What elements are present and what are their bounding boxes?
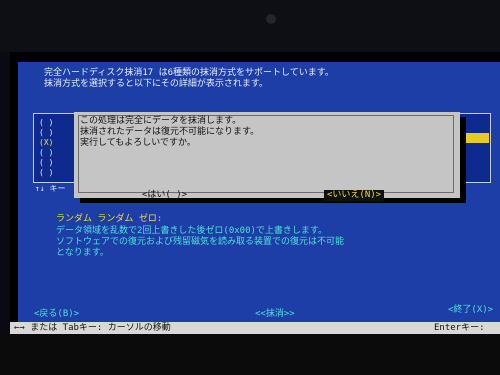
erase-method-list[interactable]: ( ) ( ) (X) ( ) ( ) ( ): [33, 113, 80, 183]
dialog-line-1: この処理は完全にデータを抹消します。: [80, 116, 242, 126]
method-option-5[interactable]: ( ): [39, 158, 53, 168]
method-option-3-selected[interactable]: (X): [39, 138, 53, 148]
method-option-6[interactable]: ( ): [39, 168, 53, 178]
webcam-dot: [266, 14, 276, 24]
method-desc-line-1: データ領域を乱数で2回上書きした後ゼロ(0x00)で上書きします。: [56, 226, 328, 236]
method-title: ランダム ランダム ゼロ:: [56, 214, 163, 224]
no-button-label: <いいえ(N)>: [327, 190, 382, 200]
dialog-line-3: 実行してもよろしいですか。: [80, 138, 196, 148]
method-desc-line-2: ソフトウェアでの復元および残留磁気を読み取る装置での復元は不可能: [56, 237, 345, 247]
header-line-2: 抹消方式を選択すると以下にその詳細が表示されます。: [44, 79, 268, 89]
header-line-1: 完全ハードディスク抹消17 は6種類の抹消方式をサポートしています。: [44, 68, 334, 78]
yes-button[interactable]: <はい( )>: [139, 190, 190, 201]
monitor-bezel: [0, 0, 500, 52]
list-scroll-hint: ↑↓ キー: [35, 184, 66, 193]
erase-button[interactable]: <<抹消>>: [255, 309, 295, 320]
dialog-line-2: 抹消されたデータは復元不可能になります。: [80, 127, 260, 137]
method-option-1[interactable]: ( ): [39, 118, 53, 128]
back-button[interactable]: <戻る(B)>: [34, 309, 79, 320]
status-hint-enter: Enterキー:: [434, 323, 485, 333]
no-button[interactable]: <いいえ(N)>: [324, 190, 385, 201]
status-hint-cursor: ←→ または Tabキー: カーソルの移動: [14, 323, 171, 333]
monitor-bottom-bezel: [0, 334, 500, 375]
status-bar: ←→ または Tabキー: カーソルの移動 Enterキー:: [10, 322, 500, 334]
method-option-2[interactable]: ( ): [39, 128, 53, 138]
confirm-dialog: この処理は完全にデータを抹消します。 抹消されたデータは復元不可能になります。 …: [74, 112, 460, 201]
method-option-4[interactable]: ( ): [39, 148, 53, 158]
method-desc-line-3: となります。: [56, 248, 109, 258]
finish-button[interactable]: <終了(X)>: [448, 305, 493, 316]
